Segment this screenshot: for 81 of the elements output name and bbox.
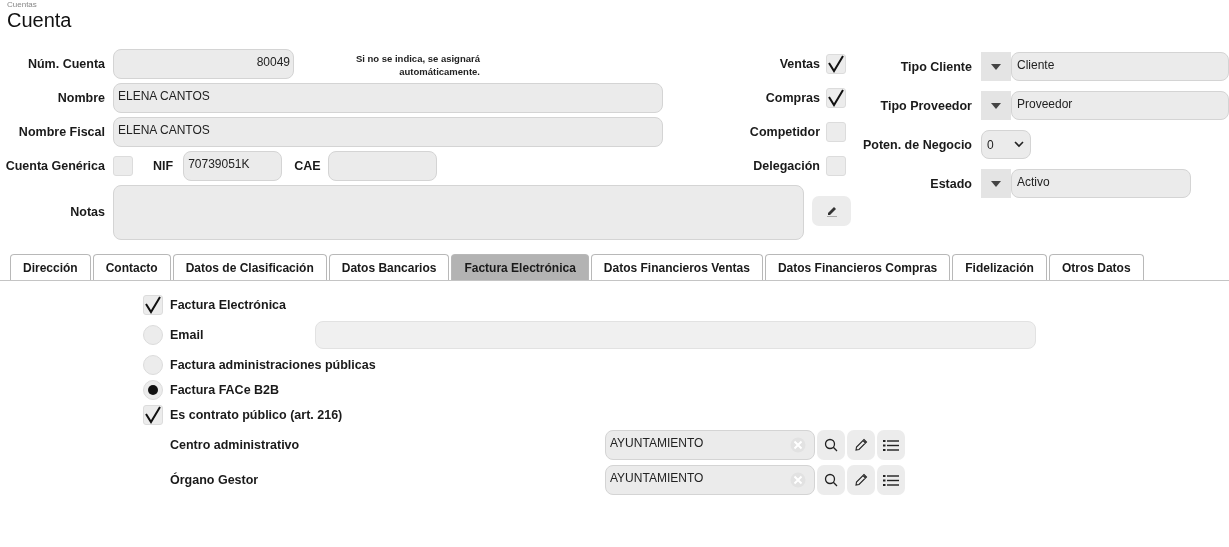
field-label: Nombre bbox=[56, 91, 105, 105]
field-label: Centro administrativo bbox=[170, 438, 301, 452]
checkbox[interactable] bbox=[826, 54, 846, 74]
dropdown-button[interactable] bbox=[981, 169, 1011, 198]
combo-field[interactable]: Proveedor bbox=[1011, 91, 1229, 120]
field-label: Núm. Cuenta bbox=[26, 57, 105, 71]
check-icon bbox=[144, 405, 162, 424]
field-label: Ventas bbox=[779, 57, 820, 71]
tab[interactable]: Otros Datos bbox=[1048, 254, 1144, 280]
field-label: Compras bbox=[765, 91, 820, 105]
hint-text: Si no se indica, se asignará automáticamente. bbox=[354, 52, 480, 78]
pencil-icon bbox=[853, 437, 869, 453]
list-button[interactable] bbox=[877, 430, 905, 460]
check-icon bbox=[144, 295, 162, 314]
option-label: Factura administraciones públicas bbox=[170, 357, 376, 372]
field-label: Poten. de Negocio bbox=[861, 137, 972, 152]
name-field[interactable]: ELENA CANTOS bbox=[113, 83, 663, 113]
tab[interactable]: Fidelización bbox=[952, 254, 1047, 280]
chevron-down-icon bbox=[1014, 141, 1024, 148]
checkbox[interactable] bbox=[143, 294, 163, 315]
field-label: NIF bbox=[153, 159, 174, 173]
list-icon bbox=[883, 473, 899, 487]
checkbox[interactable] bbox=[113, 156, 133, 176]
cae-field[interactable] bbox=[327, 151, 437, 181]
pencil-icon bbox=[853, 472, 869, 488]
lookup-field[interactable]: AYUNTAMIENTO bbox=[605, 430, 815, 460]
check-icon bbox=[827, 89, 845, 107]
checkbox[interactable] bbox=[143, 404, 163, 425]
option-label: Factura Electrónica bbox=[170, 297, 286, 312]
dropdown-button[interactable] bbox=[981, 91, 1011, 120]
field-label: Delegación bbox=[753, 159, 820, 173]
checkbox[interactable] bbox=[826, 156, 846, 176]
notes-field[interactable] bbox=[113, 185, 804, 240]
tab[interactable]: Datos Financieros Ventas bbox=[590, 254, 763, 280]
checkbox[interactable] bbox=[826, 88, 846, 108]
edit-button[interactable] bbox=[847, 430, 875, 460]
account-number-field[interactable]: 80049 bbox=[113, 49, 294, 79]
field-label: CAE bbox=[294, 159, 321, 173]
lookup-field[interactable]: AYUNTAMIENTO bbox=[605, 465, 815, 495]
field-label: Competidor bbox=[749, 125, 820, 139]
caret-down-icon bbox=[991, 63, 1001, 70]
search-button[interactable] bbox=[817, 465, 845, 495]
option-label: Factura FACe B2B bbox=[170, 382, 280, 397]
search-button[interactable] bbox=[817, 430, 845, 460]
edit-button[interactable] bbox=[847, 465, 875, 495]
list-button[interactable] bbox=[877, 465, 905, 495]
caret-down-icon bbox=[991, 102, 1001, 109]
field-label: Nombre Fiscal bbox=[17, 125, 105, 139]
radio-button[interactable] bbox=[143, 354, 163, 375]
caret-down-icon bbox=[991, 180, 1001, 187]
fiscal-name-field[interactable]: ELENA CANTOS bbox=[113, 117, 663, 147]
page-title: Cuenta bbox=[7, 9, 73, 31]
checkbox[interactable] bbox=[826, 122, 846, 142]
radio-button[interactable] bbox=[143, 379, 163, 400]
combo-field[interactable]: Cliente bbox=[1011, 52, 1229, 81]
radio-button[interactable] bbox=[143, 324, 163, 345]
check-icon bbox=[827, 55, 845, 73]
list-icon bbox=[883, 438, 899, 452]
nif-field[interactable]: 70739051K bbox=[183, 151, 283, 181]
tab[interactable]: Dirección bbox=[10, 254, 91, 280]
breadcrumb[interactable]: Cuentas bbox=[7, 0, 1229, 9]
field-label: Notas bbox=[69, 205, 105, 219]
select-field[interactable]: 0 bbox=[981, 130, 1031, 159]
tab[interactable]: Datos de Clasificación bbox=[172, 254, 327, 280]
tab[interactable]: Datos Financieros Compras bbox=[764, 254, 951, 280]
pencil-icon bbox=[825, 205, 838, 217]
tab[interactable]: Datos Bancarios bbox=[328, 254, 450, 280]
field-label: Tipo Cliente bbox=[899, 59, 972, 74]
field-label: Órgano Gestor bbox=[170, 473, 260, 487]
option-label: Es contrato público (art. 216) bbox=[170, 407, 343, 422]
field-label: Estado bbox=[929, 176, 972, 191]
field-label: Tipo Proveedor bbox=[879, 98, 972, 113]
search-icon bbox=[824, 473, 838, 487]
field-label: Cuenta Genérica bbox=[4, 159, 105, 173]
dropdown-button[interactable] bbox=[981, 52, 1011, 81]
tab[interactable]: Contacto bbox=[92, 254, 171, 280]
option-label: Email bbox=[170, 327, 205, 342]
search-icon bbox=[824, 438, 838, 452]
email-field[interactable] bbox=[315, 320, 1036, 349]
combo-field[interactable]: Activo bbox=[1011, 169, 1191, 198]
tab[interactable]: Factura Electrónica bbox=[451, 254, 589, 280]
